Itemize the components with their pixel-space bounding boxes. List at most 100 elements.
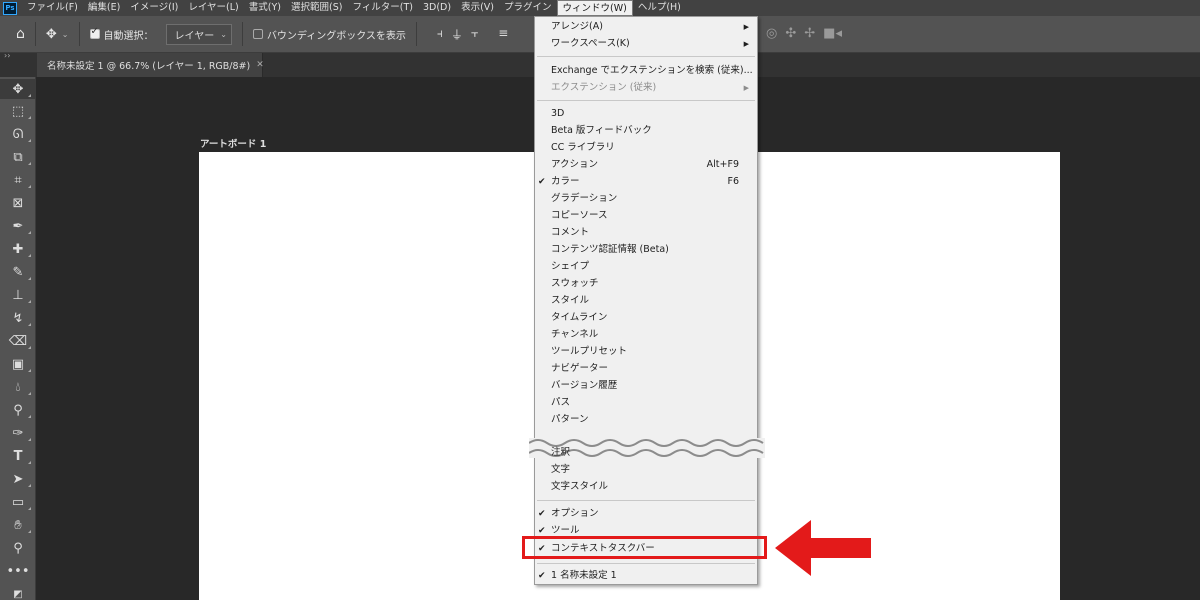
menu-item-label: パターン <box>551 414 589 425</box>
chevron-down-icon[interactable]: ⌄ <box>62 30 69 39</box>
path-select-tool-icon[interactable]: ➤ <box>0 469 36 489</box>
pan-3d-icon[interactable]: ✢ <box>804 26 815 41</box>
menu-item-patterns[interactable]: パターン <box>535 412 757 428</box>
menu-layer[interactable]: レイヤー(L) <box>183 0 243 16</box>
menu-edit[interactable]: 編集(E) <box>83 0 125 16</box>
menu-item-navigator[interactable]: ナビゲーター <box>535 361 757 377</box>
menu-item-comments[interactable]: コメント <box>535 225 757 241</box>
menu-help[interactable]: ヘルプ(H) <box>633 0 686 16</box>
menu-view[interactable]: 表示(V) <box>456 0 499 16</box>
photoshop-logo-icon[interactable]: Ps <box>3 1 17 15</box>
menu-item-label: エクステンション (従来) <box>551 82 657 93</box>
move-tool-icon[interactable]: ✥ <box>0 79 36 99</box>
roll-3d-icon[interactable]: ✣ <box>785 26 796 41</box>
lasso-tool-icon[interactable]: ᘏ <box>0 124 36 144</box>
close-icon[interactable]: ✕ <box>256 60 264 70</box>
menu-item-shapes[interactable]: シェイプ <box>535 259 757 275</box>
object-select-tool-icon[interactable]: ⧉ <box>0 147 36 167</box>
align-center-icon[interactable]: ⏚ <box>451 26 463 43</box>
menu-item-gradients[interactable]: グラデーション <box>535 191 757 207</box>
color-swatch-icon[interactable]: ◩ <box>0 584 36 600</box>
menu-item-tool-presets[interactable]: ツールプリセット <box>535 344 757 360</box>
menu-item-paths[interactable]: パス <box>535 395 757 411</box>
menu-item-styles[interactable]: スタイル <box>535 293 757 309</box>
menu-item-arrange[interactable]: アレンジ(A) ▶ <box>535 19 757 35</box>
crop-tool-icon[interactable]: ⌗ <box>0 170 36 190</box>
home-icon[interactable]: ⌂ <box>16 26 25 42</box>
menu-item-notes[interactable]: 注釈 <box>535 445 757 461</box>
blur-tool-icon[interactable]: 💧︎ <box>0 377 36 397</box>
move-icon[interactable]: ✥ <box>46 27 57 42</box>
orbit-3d-icon[interactable]: ◎ <box>766 26 777 41</box>
menu-item-beta-feedback[interactable]: Beta 版フィードバック <box>535 123 757 139</box>
rectangle-tool-icon[interactable]: ▭ <box>0 492 36 512</box>
menu-item-label: 3D <box>551 108 565 119</box>
menu-select[interactable]: 選択範囲(S) <box>286 0 347 16</box>
menu-item-cc-libraries[interactable]: CC ライブラリ <box>535 140 757 156</box>
menu-item-actions[interactable]: アクション Alt+F9 <box>535 157 757 173</box>
menu-window[interactable]: ウィンドウ(W) <box>556 0 633 16</box>
menu-item-label: チャンネル <box>551 329 599 340</box>
menu-item-open-document[interactable]: ✔ 1 名称未設定 1 <box>535 568 757 584</box>
layer-select-dropdown[interactable]: レイヤー ⌄ <box>165 23 232 45</box>
menu-separator <box>537 563 755 564</box>
collapse-arrows-icon[interactable]: ›› <box>4 51 10 60</box>
divider <box>34 22 36 46</box>
submenu-arrow-icon: ▶ <box>743 84 749 92</box>
menu-bar: Ps ファイル(F) 編集(E) イメージ(I) レイヤー(L) 書式(Y) 選… <box>0 0 1200 16</box>
clone-stamp-tool-icon[interactable]: ⊥ <box>0 285 36 305</box>
align-right-icon[interactable]: ⫟ <box>471 26 478 43</box>
menu-item-3d[interactable]: 3D <box>535 106 757 122</box>
menu-item-clone-source[interactable]: コピーソース <box>535 208 757 224</box>
menu-item-version-history[interactable]: バージョン履歴 <box>535 378 757 394</box>
menu-item-character-styles[interactable]: 文字スタイル <box>535 479 757 495</box>
bounding-box-checkbox[interactable]: バウンディングボックスを表示 <box>252 27 406 42</box>
type-tool-icon[interactable]: T <box>0 446 36 466</box>
menu-plugins[interactable]: プラグイン <box>499 0 557 16</box>
eraser-tool-icon[interactable]: ⌫ <box>0 331 36 351</box>
menu-item-exchange-extensions[interactable]: Exchange でエクステンションを検索 (従来)... <box>535 63 757 79</box>
video-camera-icon[interactable]: ■◂ <box>823 26 842 41</box>
checkbox-unchecked-icon[interactable] <box>252 29 263 39</box>
menu-item-character[interactable]: 文字 <box>535 462 757 478</box>
menu-item-timeline[interactable]: タイムライン <box>535 310 757 326</box>
hand-tool-icon[interactable]: ✋︎ <box>0 515 36 535</box>
menu-item-label: コメント <box>551 227 590 238</box>
frame-tool-icon[interactable]: ⊠ <box>0 193 36 213</box>
check-icon: ✔ <box>538 509 546 519</box>
menu-3d[interactable]: 3D(D) <box>418 0 456 16</box>
menu-item-label: 文字 <box>551 464 571 475</box>
menu-item-label: グラデーション <box>551 193 618 204</box>
marquee-tool-icon[interactable]: ⬚ <box>0 101 36 121</box>
menu-item-color[interactable]: ✔ カラー F6 <box>535 174 757 190</box>
gradient-tool-icon[interactable]: ▣ <box>0 354 36 374</box>
menu-item-content-credentials[interactable]: コンテンツ認証情報 (Beta) <box>535 242 757 258</box>
menu-item-channels[interactable]: チャンネル <box>535 327 757 343</box>
menu-file[interactable]: ファイル(F) <box>22 0 83 16</box>
document-tab[interactable]: 名称未設定 1 @ 66.7% (レイヤー 1, RGB/8#) ✕ <box>37 53 264 77</box>
healing-brush-tool-icon[interactable]: ✚ <box>0 239 36 259</box>
dodge-tool-icon[interactable]: ⚲ <box>0 400 36 420</box>
eyedropper-tool-icon[interactable]: ✒ <box>0 216 36 236</box>
menu-type[interactable]: 書式(Y) <box>244 0 286 16</box>
zoom-tool-icon[interactable]: ⚲ <box>0 538 36 558</box>
brush-tool-icon[interactable]: ✎ <box>0 262 36 282</box>
checkbox-checked-icon[interactable] <box>89 26 100 39</box>
menu-item-workspace[interactable]: ワークスペース(K) ▶ <box>535 36 757 52</box>
pen-tool-icon[interactable]: ✑ <box>0 423 36 443</box>
check-icon: ✔ <box>538 571 546 581</box>
menu-item-label: ワークスペース(K) <box>551 38 630 49</box>
menu-filter[interactable]: フィルター(T) <box>347 0 418 16</box>
align-top-icon[interactable]: ≡ <box>498 26 508 43</box>
menu-item-label: シェイプ <box>551 261 590 272</box>
document-tab-title: 名称未設定 1 @ 66.7% (レイヤー 1, RGB/8#) <box>47 61 251 72</box>
align-left-icon[interactable]: ⫞ <box>437 26 443 43</box>
menu-item-options[interactable]: ✔ オプション <box>535 506 757 522</box>
bounding-box-label: バウンディングボックスを表示 <box>266 30 406 42</box>
history-brush-tool-icon[interactable]: ↯ <box>0 308 36 328</box>
menu-item-label: タイムライン <box>551 312 608 323</box>
more-tools-icon[interactable]: ••• <box>0 561 36 581</box>
auto-select-checkbox[interactable]: 自動選択： <box>89 26 154 42</box>
menu-image[interactable]: イメージ(I) <box>125 0 183 16</box>
menu-item-swatches[interactable]: スウォッチ <box>535 276 757 292</box>
